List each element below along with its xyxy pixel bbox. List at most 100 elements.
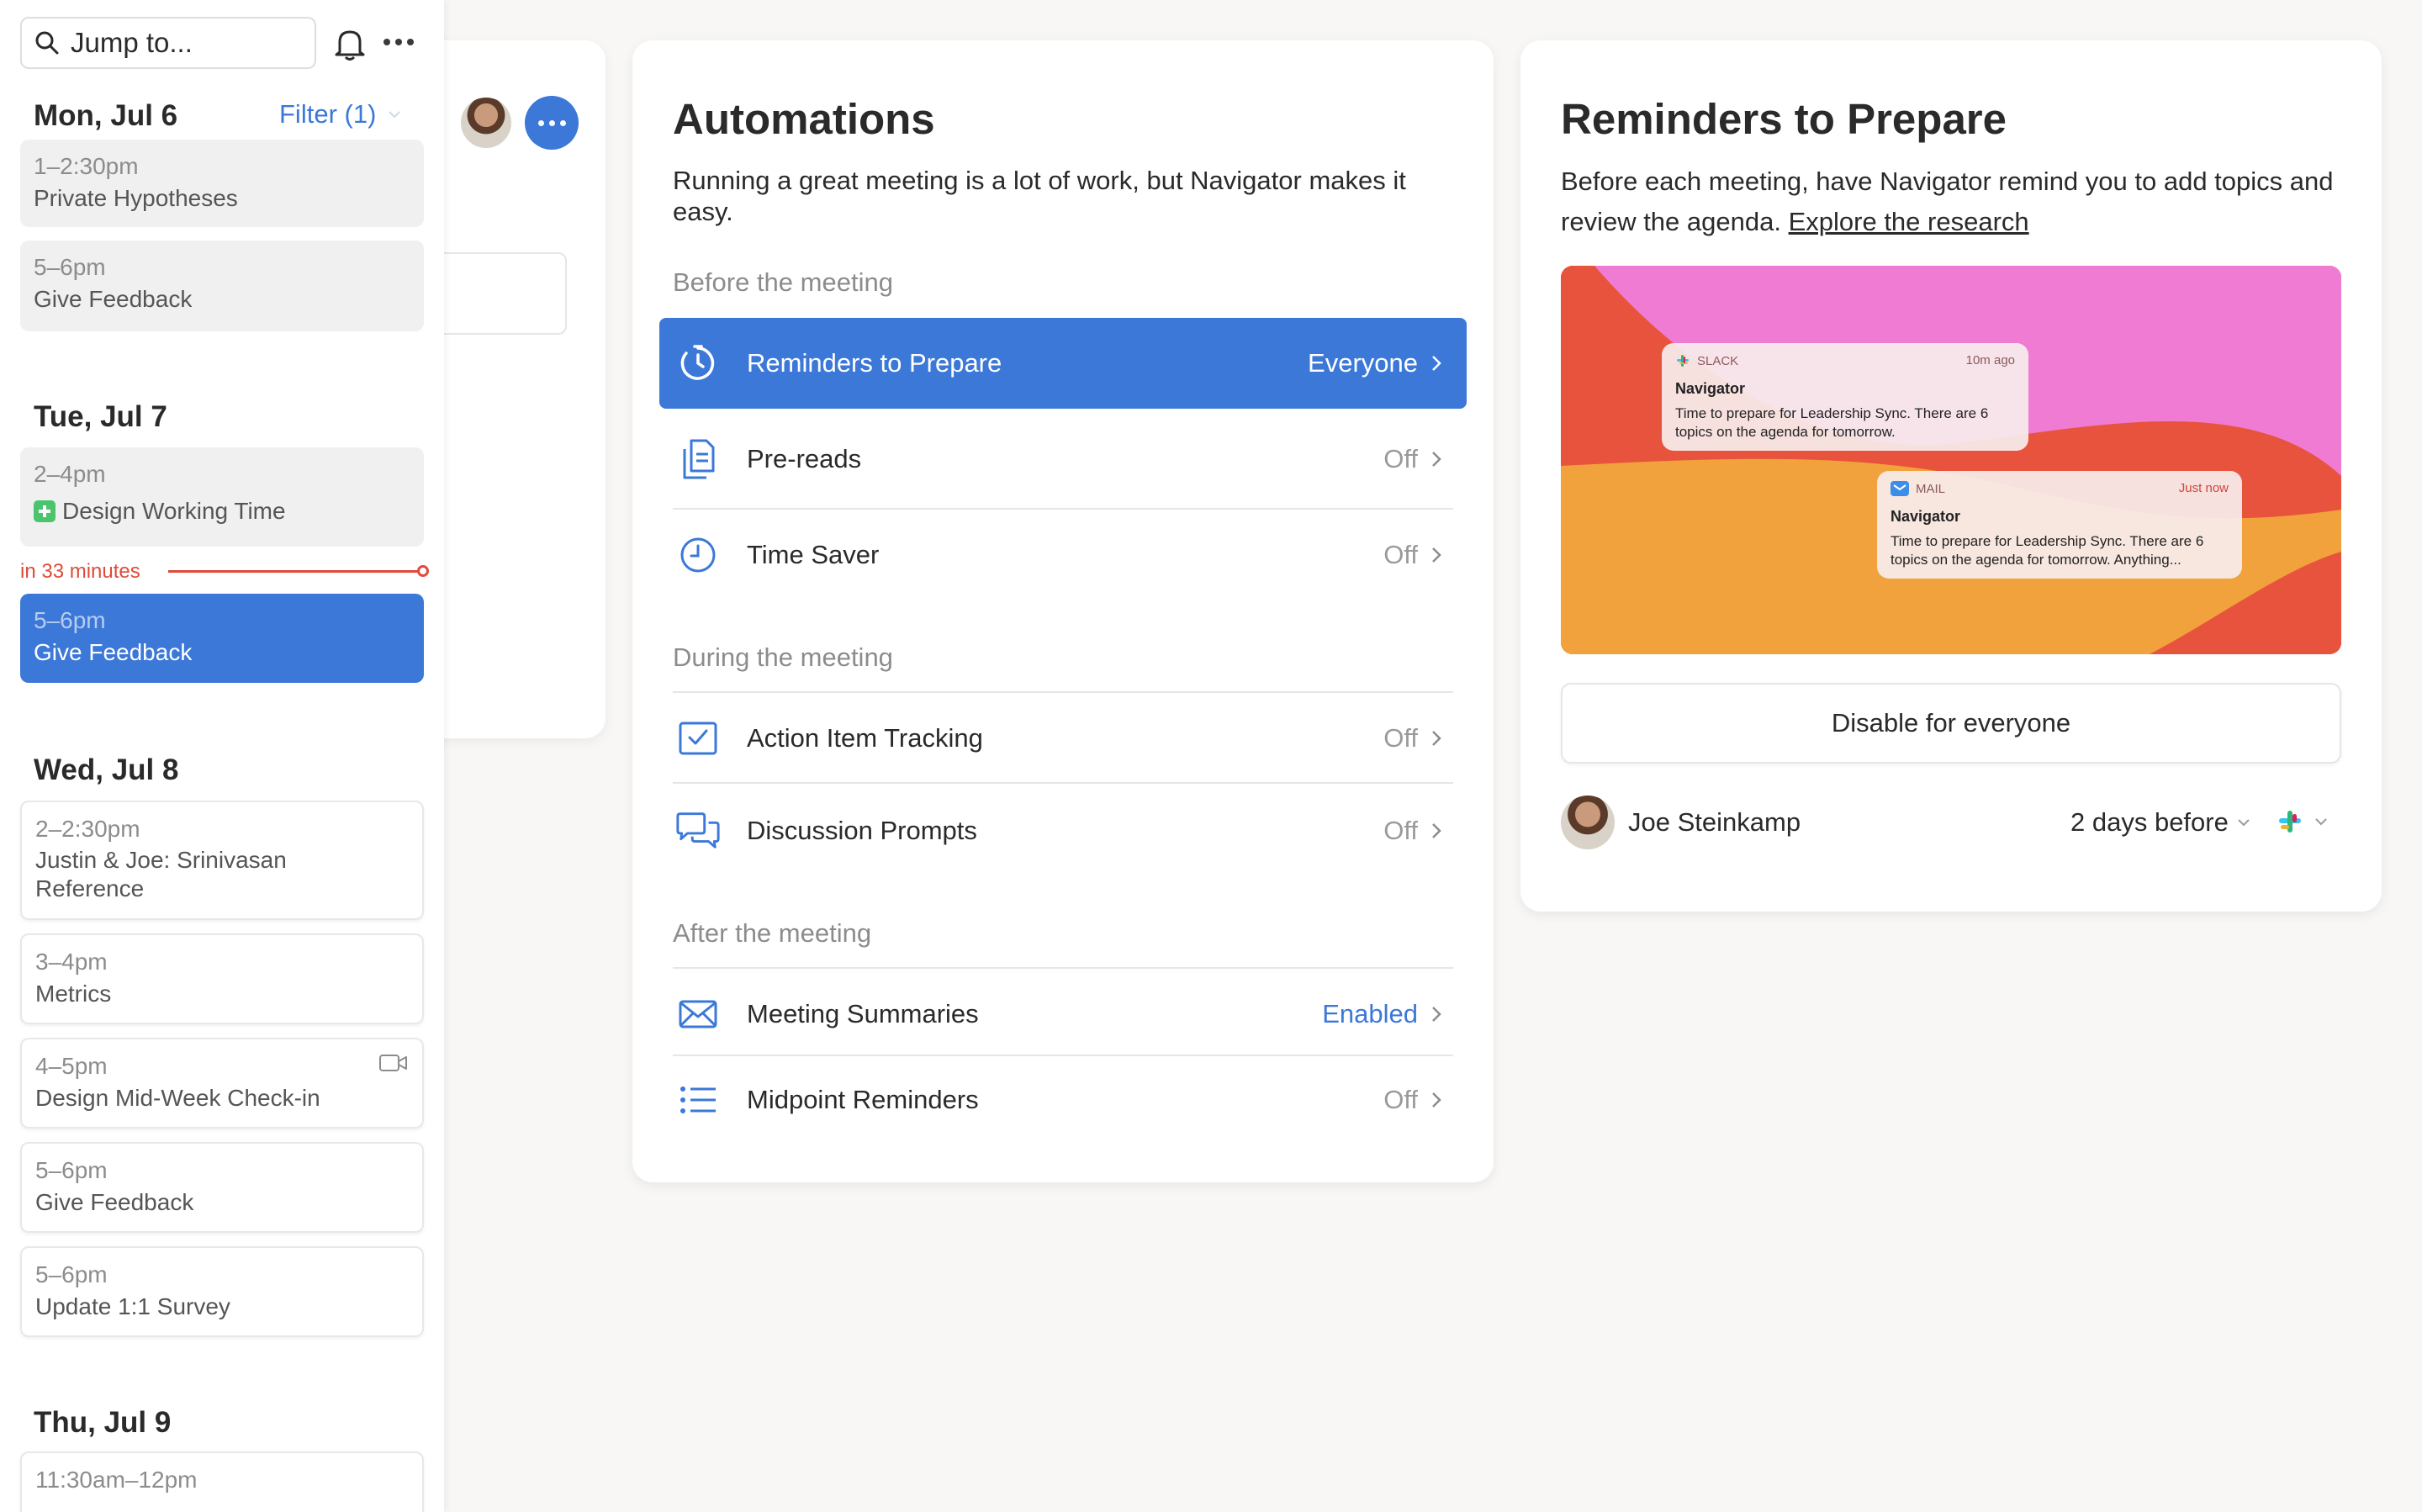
bell-icon[interactable] xyxy=(331,25,368,62)
day-heading: Mon, Jul 6 xyxy=(34,99,178,132)
event-time: 2–4pm xyxy=(34,461,106,487)
event-time: 11:30am–12pm xyxy=(35,1467,198,1493)
panel-title: Automations xyxy=(673,95,935,143)
section-label: After the meeting xyxy=(673,918,872,948)
calendar-event[interactable]: 5–6pm Update 1:1 Survey xyxy=(20,1246,424,1337)
explore-research-link[interactable]: Explore the research xyxy=(1789,207,2029,236)
now-line xyxy=(168,570,420,573)
person-reminder-row: Joe Steinkamp 2 days before xyxy=(1561,796,2341,851)
calendar-sidebar: Jump to... Mon, Jul 6 Filter (1) 1–2:30p… xyxy=(0,0,444,1512)
panel-description: Running a great meeting is a lot of work… xyxy=(673,166,1406,226)
automation-label: Discussion Prompts xyxy=(747,816,977,845)
sidebar-topbar: Jump to... xyxy=(20,17,424,71)
notification-title: Navigator xyxy=(1891,508,1961,525)
notification-body: Time to prepare for Leadership Sync. The… xyxy=(1891,533,2204,568)
event-name: Update 1:1 Survey xyxy=(35,1293,230,1319)
checkbox-icon xyxy=(674,715,722,762)
automation-row-action-item-tracking[interactable]: Action Item Tracking Off xyxy=(659,693,1467,784)
calendar-event[interactable]: 2–4pm Design Working Time xyxy=(20,447,424,547)
chevron-right-icon xyxy=(1432,1092,1441,1108)
automation-value: Off xyxy=(1383,1085,1418,1114)
event-name: Give Feedback xyxy=(34,286,193,312)
day-heading: Thu, Jul 9 xyxy=(34,1406,172,1439)
calendar-event[interactable]: 4–5pm Design Mid-Week Check-in xyxy=(20,1038,424,1129)
section-label: During the meeting xyxy=(673,642,893,672)
mail-notification: MAIL Just now Navigator Time to prepare … xyxy=(1877,471,2242,579)
search-icon xyxy=(35,31,59,55)
notification-preview-image: SLACK 10m ago Navigator Time to prepare … xyxy=(1561,266,2341,654)
reminders-detail-panel: Reminders to Prepare Before each meeting… xyxy=(1520,40,2382,912)
automation-row-reminders-to-prepare[interactable]: Reminders to Prepare Everyone xyxy=(659,318,1467,409)
notification-time: 10m ago xyxy=(1965,353,2015,367)
video-camera-icon xyxy=(379,1055,407,1071)
documents-icon xyxy=(674,436,722,483)
timing-dropdown[interactable]: 2 days before xyxy=(2070,807,2250,838)
channel-dropdown[interactable] xyxy=(2276,807,2328,836)
calendar-event[interactable]: 3–4pm Metrics xyxy=(20,933,424,1024)
now-indicator-label: in 33 minutes xyxy=(20,560,140,583)
notification-body: Time to prepare for Leadership Sync. The… xyxy=(1675,405,1989,440)
section-label: Before the meeting xyxy=(673,267,893,297)
event-name: Metrics xyxy=(35,981,112,1007)
current-time-indicator: in 33 minutes xyxy=(20,558,432,584)
event-time: 5–6pm xyxy=(35,1157,108,1183)
automation-value: Off xyxy=(1383,540,1418,569)
notification-app: SLACK xyxy=(1697,353,1739,368)
divider xyxy=(673,782,1453,784)
automation-value: Everyone xyxy=(1308,348,1418,378)
event-time: 5–6pm xyxy=(34,254,106,280)
event-time: 5–6pm xyxy=(35,1261,108,1287)
chevron-down-icon xyxy=(2315,818,2327,826)
automation-value: Off xyxy=(1383,816,1418,845)
more-options-button[interactable] xyxy=(525,96,579,150)
automation-value: Off xyxy=(1383,723,1418,753)
event-name: Justin & Joe: Srinivasan Reference xyxy=(35,847,287,901)
event-time: 1–2:30pm xyxy=(34,153,139,179)
avatar xyxy=(1561,796,1615,849)
disable-for-everyone-button[interactable]: Disable for everyone xyxy=(1561,683,2341,764)
chevron-right-icon xyxy=(1432,823,1441,838)
automations-panel: Automations Running a great meeting is a… xyxy=(632,40,1494,1182)
jump-to-search[interactable]: Jump to... xyxy=(20,17,316,69)
avatar[interactable] xyxy=(461,98,511,148)
automation-row-time-saver[interactable]: Time Saver Off xyxy=(659,510,1467,600)
automation-value: Off xyxy=(1383,444,1418,473)
chevron-right-icon xyxy=(1432,356,1441,371)
filter-button[interactable]: Filter (1) xyxy=(279,99,401,130)
calendar-event[interactable]: 11:30am–12pm xyxy=(20,1451,424,1512)
panel-title: Reminders to Prepare xyxy=(1561,95,2007,143)
notification-title: Navigator xyxy=(1675,380,1746,397)
automation-value: Enabled xyxy=(1322,999,1418,1028)
event-time: 2–2:30pm xyxy=(35,816,140,842)
event-name: Design Working Time xyxy=(62,498,286,524)
automation-row-meeting-summaries[interactable]: Meeting Summaries Enabled xyxy=(659,969,1467,1060)
slack-icon xyxy=(2279,811,2301,833)
notification-app: MAIL xyxy=(1916,481,1946,496)
more-options-icon[interactable] xyxy=(383,39,414,45)
event-name: Design Mid-Week Check-in xyxy=(35,1085,320,1111)
event-time: 5–6pm xyxy=(34,607,106,633)
mail-app-icon xyxy=(1891,481,1909,496)
calendar-event[interactable]: 2–2:30pm Justin & Joe: Srinivasan Refere… xyxy=(20,801,424,920)
chevron-right-icon xyxy=(1432,452,1441,467)
event-time: 3–4pm xyxy=(35,949,108,975)
chat-bubbles-icon xyxy=(674,807,722,854)
calendar-event-selected[interactable]: 5–6pm Give Feedback xyxy=(20,594,424,683)
person-name: Joe Steinkamp xyxy=(1628,807,1801,837)
automation-label: Time Saver xyxy=(747,540,880,569)
calendar-event[interactable]: 5–6pm Give Feedback xyxy=(20,241,424,331)
calendar-event[interactable]: 5–6pm Give Feedback xyxy=(20,1142,424,1233)
hero-background xyxy=(1561,266,2341,654)
plus-badge-icon xyxy=(34,500,56,522)
filter-label: Filter (1) xyxy=(279,99,377,129)
automation-label: Action Item Tracking xyxy=(747,723,983,753)
automation-row-pre-reads[interactable]: Pre-reads Off xyxy=(659,414,1467,505)
automation-label: Reminders to Prepare xyxy=(747,348,1002,378)
automation-row-midpoint-reminders[interactable]: Midpoint Reminders Off xyxy=(659,1055,1467,1145)
automation-row-discussion-prompts[interactable]: Discussion Prompts Off xyxy=(659,785,1467,876)
notification-time: Just now xyxy=(2178,481,2229,495)
timer-icon xyxy=(674,340,722,387)
clock-icon xyxy=(674,531,722,579)
calendar-event[interactable]: 1–2:30pm Private Hypotheses xyxy=(20,140,424,227)
chevron-down-icon xyxy=(2238,819,2250,827)
